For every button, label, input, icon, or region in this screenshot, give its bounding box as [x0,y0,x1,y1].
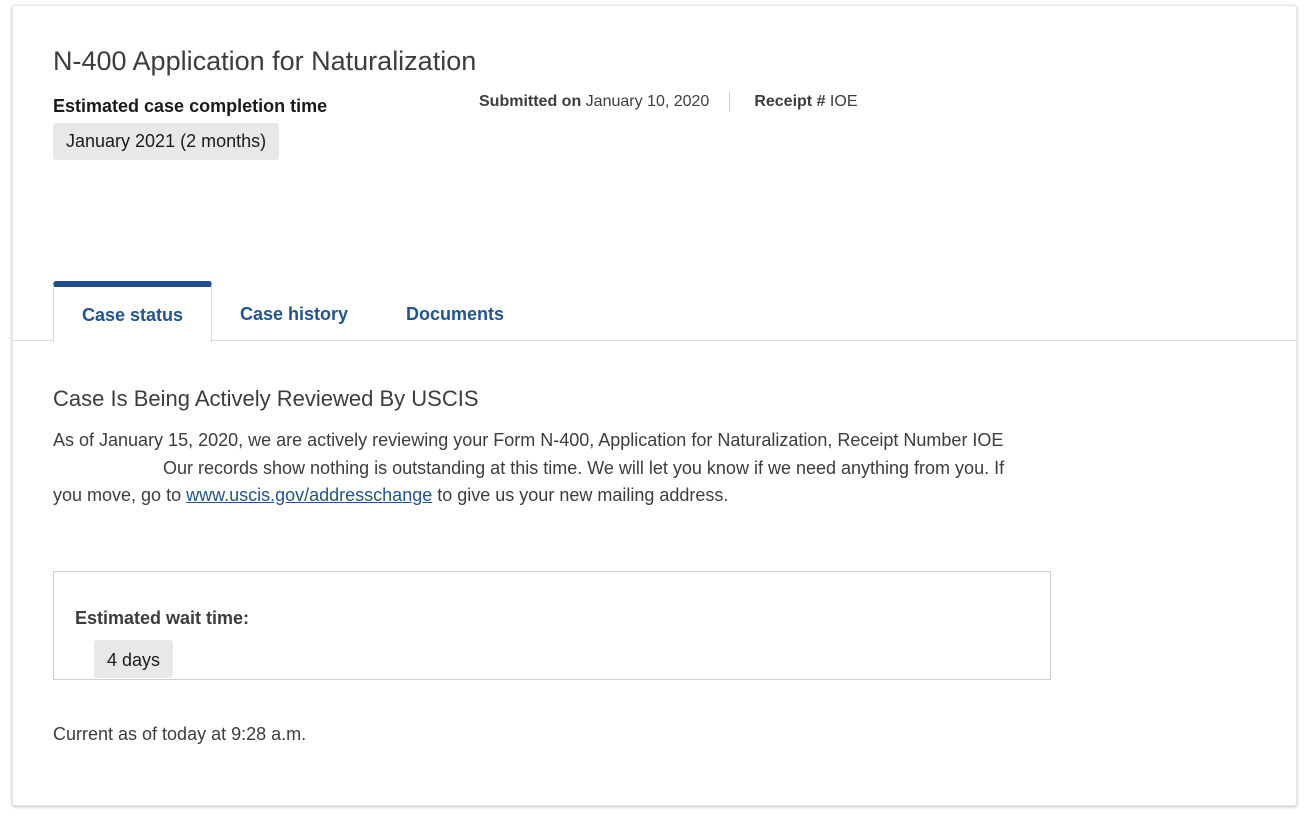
tab-case-history[interactable]: Case history [225,281,363,341]
status-body-part3: to give us your new mailing address. [437,485,729,505]
receipt-label: Receipt # [754,93,826,110]
case-meta: Submitted on January 10, 2020 Receipt # … [479,92,857,112]
page-title: N-400 Application for Naturalization [53,46,477,76]
address-change-link[interactable]: www.uscis.gov/addresschange [186,485,432,505]
status-body: As of January 15, 2020, we are actively … [53,427,1028,510]
current-as-of: Current as of today at 9:28 a.m. [53,724,307,744]
estimate-label: Estimated case completion time [53,96,328,116]
status-heading: Case Is Being Actively Reviewed By USCIS [53,386,479,411]
status-body-part1: As of January 15, 2020, we are actively … [53,430,1004,450]
receipt-value: IOE [829,93,858,110]
submitted-label: Submitted on [479,93,582,110]
estimate-badge: January 2021 (2 months) [53,123,280,160]
submitted-value: January 10, 2020 [585,93,710,110]
tab-documents[interactable]: Documents [393,281,517,341]
wait-time-badge: 4 days [94,640,174,678]
wait-time-box: Estimated wait time: 4 days [53,571,1051,680]
meta-divider [729,92,731,112]
case-card: N-400 Application for Naturalization Est… [12,5,1297,806]
tab-case-status[interactable]: Case status [53,281,212,342]
wait-time-label: Estimated wait time: [75,608,250,628]
